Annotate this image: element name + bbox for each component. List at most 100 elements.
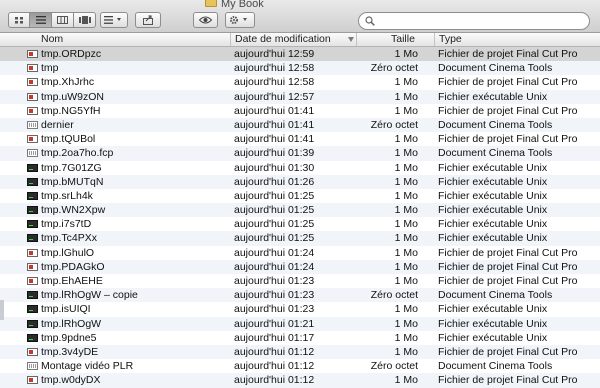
file-icon-cell <box>27 277 38 285</box>
final-cut-project-icon <box>27 64 38 73</box>
final-cut-project-icon <box>27 135 38 144</box>
file-date: aujourd'hui 01:12 <box>234 374 315 387</box>
file-row[interactable]: tmp.ORDpzc aujourd'hui 12:59 1 Mo Fichier d… <box>0 47 600 62</box>
column-header-name[interactable]: Nom <box>41 33 63 46</box>
file-row[interactable]: tmp.lRhOgW – copie aujourd'hui 01:23 Zéro … <box>0 288 600 303</box>
file-row[interactable]: tmp.PDAGkO aujourd'hui 01:24 1 Mo Fichier d… <box>0 259 600 274</box>
coverflow-icon <box>78 16 91 24</box>
file-name: Montage vidéo PLR <box>41 360 134 373</box>
file-date: aujourd'hui 01:25 <box>234 232 315 245</box>
column-separator[interactable] <box>356 33 357 46</box>
file-size: 1 Mo <box>394 303 418 316</box>
folder-icon <box>205 0 217 7</box>
file-row[interactable]: tmp.i7s7tD aujourd'hui 01:25 1 Mo Fichier e… <box>0 217 600 232</box>
column-separator[interactable] <box>230 33 231 46</box>
file-date: aujourd'hui 01:26 <box>234 175 315 188</box>
final-cut-project-icon <box>27 50 38 58</box>
file-row[interactable]: tmp.tQUBol aujourd'hui 01:41 1 Mo Fichier d… <box>0 132 600 147</box>
unix-executable-icon <box>27 206 38 215</box>
file-row[interactable]: tmp.WN2Xpw aujourd'hui 01:25 1 Mo Fichier e… <box>0 203 600 218</box>
unix-executable-icon <box>27 177 38 186</box>
file-size: 1 Mo <box>394 189 418 202</box>
file-name: tmp.ORDpzc <box>41 48 102 60</box>
search-input[interactable] <box>377 14 581 30</box>
file-icon-cell <box>27 262 38 271</box>
file-name: tmp.3v4yDE <box>41 345 99 358</box>
file-size: 1 Mo <box>394 204 418 217</box>
file-row[interactable]: tmp.lGhulO aujourd'hui 01:24 1 Mo Fichier d… <box>0 245 600 260</box>
file-size: 1 Mo <box>394 76 418 89</box>
file-size: 1 Mo <box>394 374 418 387</box>
file-icon-cell <box>27 234 38 243</box>
file-name: tmp.lRhOgW – copie <box>41 289 138 302</box>
file-name: tmp.2oa7ho.fcp <box>41 147 114 160</box>
file-date: aujourd'hui 01:25 <box>234 218 315 231</box>
file-icon-cell <box>27 333 38 342</box>
column-header-size[interactable]: Taille <box>391 33 415 46</box>
file-type: Fichier de projet Final Cut Pro <box>438 260 578 273</box>
file-name: tmp.EhAEHE <box>41 275 103 287</box>
file-row[interactable]: dernier aujourd'hui 01:41 Zéro octet Docume… <box>0 117 600 133</box>
file-row[interactable]: tmp.EhAEHE aujourd'hui 01:23 1 Mo Fichier d… <box>0 274 600 289</box>
file-name: tmp.Tc4PXx <box>41 232 98 245</box>
file-row[interactable]: tmp.srLh4k aujourd'hui 01:25 1 Mo Fichier e… <box>0 188 600 204</box>
unix-executable-icon <box>27 305 38 314</box>
file-size: Zéro octet <box>370 118 418 131</box>
file-row[interactable]: tmp.lRhOgW aujourd'hui 01:21 1 Mo Fichier e… <box>0 316 600 331</box>
file-date: aujourd'hui 01:41 <box>234 118 315 131</box>
file-icon-cell <box>27 92 38 101</box>
file-name: tmp.w0dyDX <box>41 374 101 387</box>
file-size: Zéro octet <box>370 62 418 75</box>
file-row[interactable]: tmp.w0dyDX aujourd'hui 01:12 1 Mo Fichier d… <box>0 373 600 388</box>
file-size: 1 Mo <box>394 345 418 358</box>
list-view-button[interactable] <box>30 12 52 28</box>
action-menu-button[interactable] <box>225 12 255 28</box>
file-row[interactable]: tmp aujourd'hui 12:58 Zéro octet Document C… <box>0 61 600 76</box>
file-size: 1 Mo <box>394 331 418 344</box>
file-row[interactable]: tmp.XhJrhc aujourd'hui 12:58 1 Mo Fichier d… <box>0 75 600 90</box>
unix-executable-icon <box>27 191 38 200</box>
file-name: dernier <box>41 118 74 131</box>
file-type: Fichier de projet Final Cut Pro <box>438 345 578 358</box>
file-size: 1 Mo <box>394 260 418 273</box>
cinema-tools-document-icon <box>27 149 38 158</box>
magnifier-icon <box>365 16 375 26</box>
file-row[interactable]: tmp.bMUTqN aujourd'hui 01:26 1 Mo Fichier e… <box>0 174 600 189</box>
file-icon-cell <box>27 191 38 200</box>
icon-view-button[interactable] <box>8 12 30 28</box>
column-header-type[interactable]: Type <box>439 33 462 46</box>
file-row[interactable]: tmp.3v4yDE aujourd'hui 01:12 1 Mo Fichier d… <box>0 344 600 360</box>
file-size: 1 Mo <box>394 90 418 103</box>
file-row[interactable]: tmp.uW9zON aujourd'hui 12:57 1 Mo Fichier e… <box>0 89 600 104</box>
file-name: tmp.isUIQI <box>41 303 91 316</box>
file-size: 1 Mo <box>394 133 418 146</box>
final-cut-project-icon <box>27 376 38 385</box>
file-size: 1 Mo <box>394 317 418 330</box>
final-cut-project-icon <box>27 277 38 285</box>
file-size: 1 Mo <box>394 104 418 117</box>
column-separator[interactable] <box>434 33 435 46</box>
view-mode-segmented-control <box>8 12 96 28</box>
file-name: tmp.PDAGkO <box>41 260 105 273</box>
file-date: aujourd'hui 01:21 <box>234 317 315 330</box>
file-row[interactable]: tmp.7G01ZG aujourd'hui 01:30 1 Mo Fichier e… <box>0 160 600 175</box>
column-view-button[interactable] <box>52 12 74 28</box>
quick-look-button[interactable] <box>193 12 218 28</box>
file-row[interactable]: tmp.isUIQI aujourd'hui 01:23 1 Mo Fichier e… <box>0 302 600 317</box>
file-type: Fichier de projet Final Cut Pro <box>438 104 578 117</box>
arrange-button[interactable] <box>100 12 128 28</box>
share-button[interactable] <box>135 12 161 28</box>
file-icon-cell <box>27 135 38 144</box>
file-row[interactable]: tmp.2oa7ho.fcp aujourd'hui 01:39 1 Mo Docum… <box>0 146 600 161</box>
file-row[interactable]: tmp.Tc4PXx aujourd'hui 01:25 1 Mo Fichier e… <box>0 231 600 246</box>
file-type: Fichier exécutable Unix <box>438 303 548 316</box>
file-date: aujourd'hui 01:24 <box>234 246 315 259</box>
file-row[interactable]: tmp.9pdne5 aujourd'hui 01:17 1 Mo Fichier e… <box>0 330 600 345</box>
search-field[interactable] <box>358 12 590 30</box>
column-header-date[interactable]: Date de modification <box>235 33 331 46</box>
file-date: aujourd'hui 01:17 <box>234 331 315 344</box>
file-icon-cell <box>27 64 38 73</box>
file-row[interactable]: Montage vidéo PLR aujourd'hui 01:12 Zéro o… <box>0 359 600 374</box>
file-row[interactable]: tmp.NG5YfH aujourd'hui 01:41 1 Mo Fichier d… <box>0 103 600 118</box>
coverflow-view-button[interactable] <box>74 12 96 28</box>
